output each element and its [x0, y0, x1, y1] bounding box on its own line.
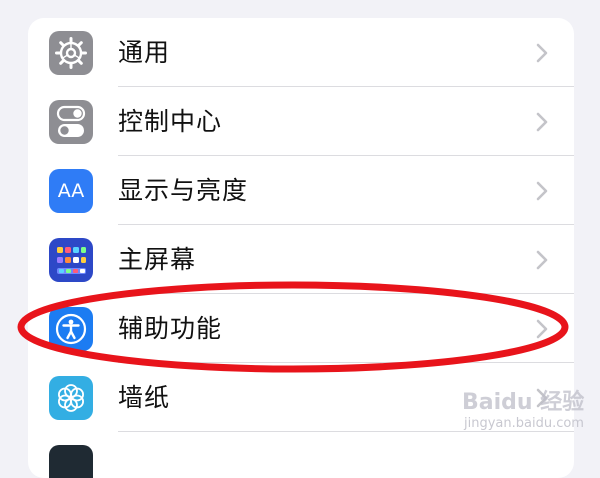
- settings-list: 通用 控制中心 AA 显示与亮度 主屏幕 辅助功能 墙纸: [28, 18, 574, 478]
- chevron-right-icon: [536, 388, 548, 408]
- chevron-right-icon: [536, 181, 548, 201]
- settings-item-label: 辅助功能: [118, 314, 223, 343]
- chevron-right-icon: [536, 250, 548, 270]
- settings-item-label: 通用: [118, 38, 171, 67]
- settings-item-control-center[interactable]: 控制中心: [28, 87, 574, 156]
- chevron-right-icon: [536, 319, 548, 339]
- chevron-right-icon: [536, 112, 548, 132]
- toggle-switches-icon: [49, 100, 93, 144]
- settings-item-label: 显示与亮度: [118, 176, 249, 205]
- flower-icon: [49, 376, 93, 420]
- settings-item-accessibility[interactable]: 辅助功能: [28, 294, 574, 363]
- settings-item-label: 控制中心: [118, 107, 223, 136]
- settings-item-wallpaper[interactable]: 墙纸: [28, 363, 574, 432]
- text-size-aa-icon: AA: [49, 169, 93, 213]
- settings-item-label: 墙纸: [118, 383, 171, 412]
- chevron-right-icon: [536, 43, 548, 63]
- settings-item-label: 主屏幕: [118, 245, 197, 274]
- accessibility-person-icon: [49, 307, 93, 351]
- settings-item-general[interactable]: 通用: [28, 18, 574, 87]
- home-screen-grid-icon: [49, 238, 93, 282]
- settings-item-home-screen[interactable]: 主屏幕: [28, 225, 574, 294]
- settings-item-partial[interactable]: [28, 432, 574, 478]
- settings-item-display-brightness[interactable]: AA 显示与亮度: [28, 156, 574, 225]
- aa-glyph: AA: [57, 180, 85, 202]
- gear-icon: [49, 31, 93, 75]
